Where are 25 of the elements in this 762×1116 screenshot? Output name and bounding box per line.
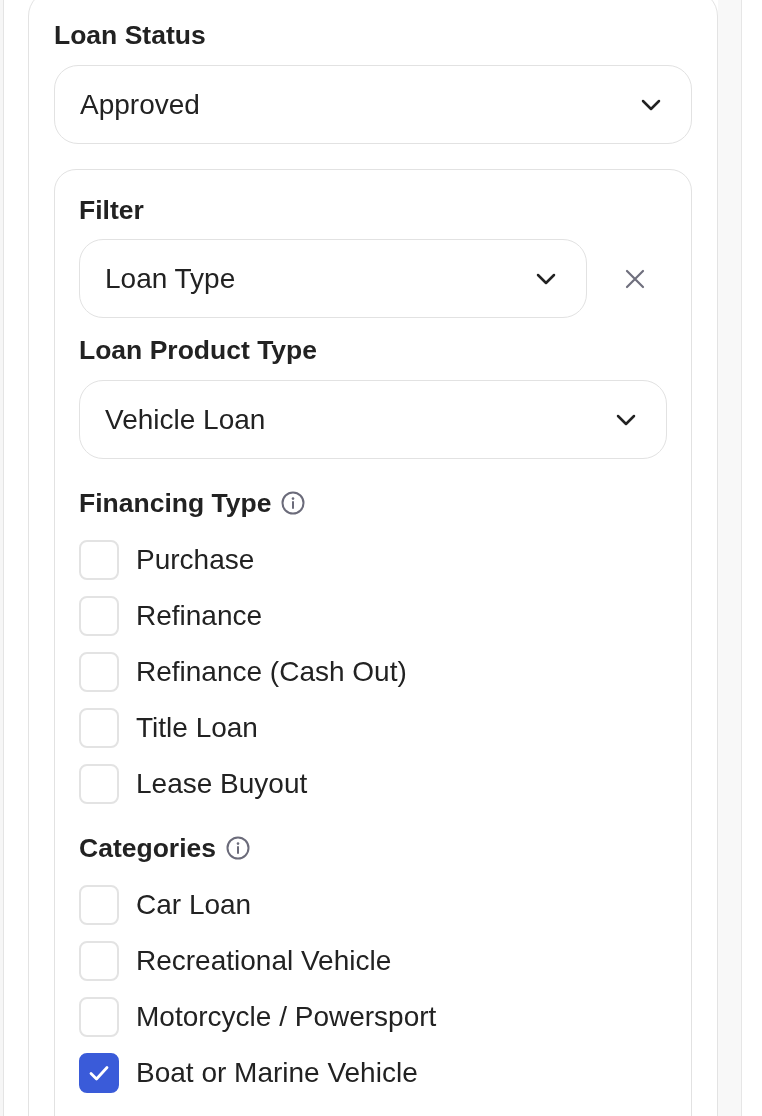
checkbox-label[interactable]: Boat or Marine Vehicle (136, 1056, 418, 1090)
checkbox[interactable] (79, 1053, 119, 1093)
checkbox-label[interactable]: Motorcycle / Powersport (136, 1000, 437, 1034)
info-icon[interactable] (225, 836, 250, 860)
group-label: Financing Type (79, 487, 272, 519)
close-icon (625, 268, 645, 289)
checkbox-label[interactable]: Refinance (136, 599, 263, 633)
group-label: Categories (79, 832, 216, 864)
field-label: Loan Product Type (79, 334, 319, 366)
info-icon[interactable] (281, 491, 306, 515)
checkbox-label[interactable]: Recreational Vehicle (136, 944, 392, 978)
checkmark-icon (89, 1065, 109, 1081)
filter-select[interactable]: Loan Type (79, 239, 587, 318)
checkbox-label[interactable]: Refinance (Cash Out) (136, 655, 407, 689)
field-label: Filter (79, 194, 145, 226)
chevron-down-icon (536, 272, 556, 285)
chevron-down-icon (641, 98, 661, 111)
product-type-select[interactable]: Vehicle Loan (79, 380, 667, 459)
chevron-down-icon (616, 413, 636, 426)
checkbox-label[interactable]: Lease Buyout (136, 767, 308, 801)
checkbox-label[interactable]: Purchase (136, 543, 255, 577)
checkbox-label[interactable]: Title Loan (136, 711, 258, 745)
field-label: Loan Status (54, 19, 207, 51)
loan-status-select[interactable]: Approved (54, 65, 692, 144)
checkbox-label[interactable]: Car Loan (136, 888, 252, 922)
